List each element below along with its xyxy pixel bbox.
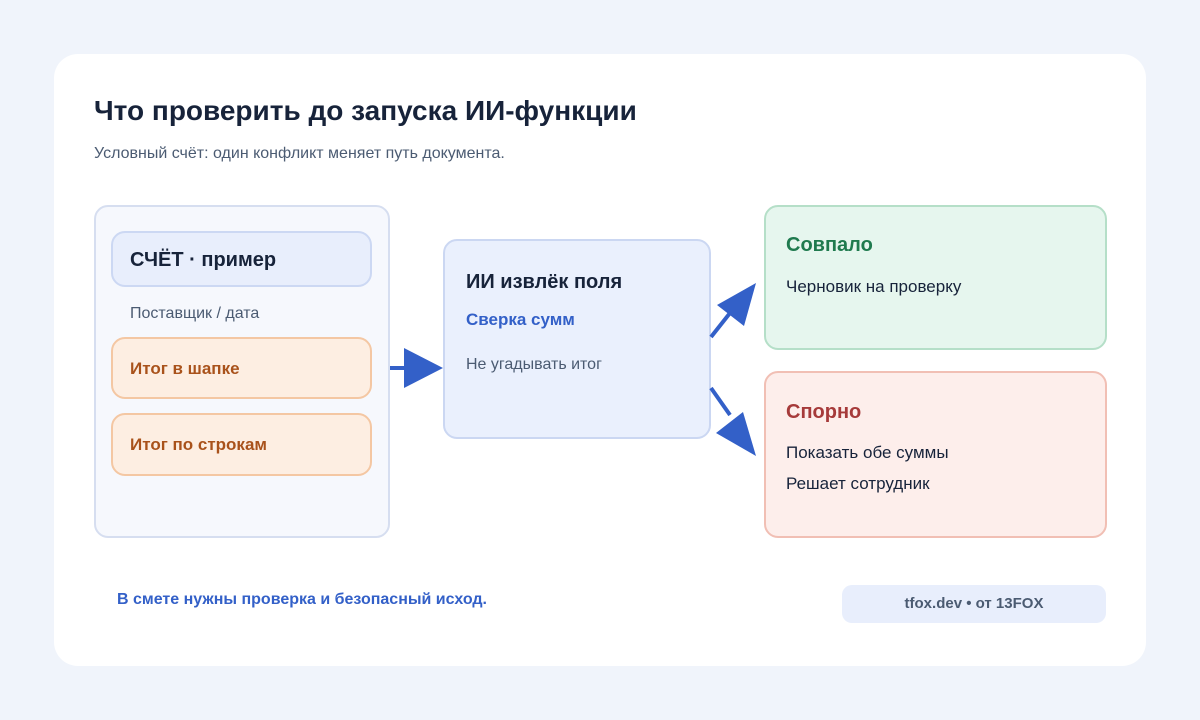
credit-text: tfox.dev • от 13FOX (904, 595, 1044, 612)
arrow-ai-to-match (709, 283, 756, 339)
footnote: В смете нужны проверка и безопасный исхо… (117, 591, 487, 608)
arrow-document-to-ai (390, 348, 443, 388)
arrow-ai-to-dispute (709, 386, 756, 456)
